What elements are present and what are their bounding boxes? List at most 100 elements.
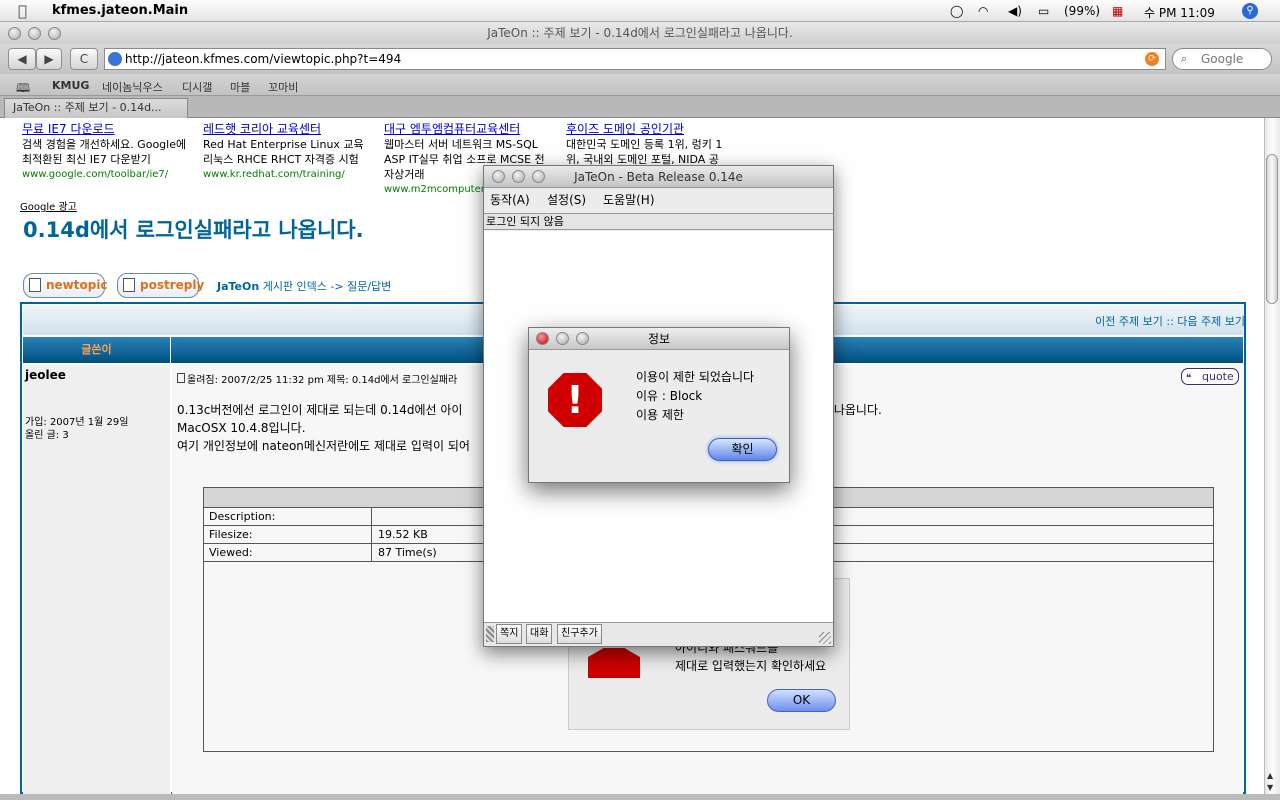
menu-settings[interactable]: 설정(S) <box>547 189 586 211</box>
author-joined: 가입: 2007년 1월 29일 <box>25 417 129 428</box>
resize-grip-icon[interactable] <box>819 632 831 644</box>
close-window-button[interactable] <box>8 27 21 40</box>
rss-icon[interactable]: ⟳ <box>1145 52 1159 66</box>
bookmark-item[interactable]: 마블 <box>230 79 250 95</box>
jateon-menubar: 동작(A) 설정(S) 도움말(H) <box>484 189 833 211</box>
bookmark-item[interactable]: KMUG <box>52 79 89 92</box>
flag-icon[interactable]: ▦ <box>1112 4 1123 18</box>
post-meta-text: 올려짐: 2007/2/25 11:32 pm 제목: 0.14d에서 로그인실… <box>187 375 458 386</box>
wifi-icon[interactable]: ◠ <box>978 4 988 18</box>
menu-help[interactable]: 도움말(H) <box>603 189 655 211</box>
add-friend-button[interactable]: 친구추가 <box>557 624 602 644</box>
ad-block: 무료 IE7 다운로드 검색 경험을 개선하세요. Google에 최적환된 최… <box>22 122 202 182</box>
search-placeholder: Google <box>1201 52 1244 66</box>
minimize-window-button[interactable] <box>28 27 41 40</box>
bookmark-item[interactable]: 디시갤 <box>182 79 212 95</box>
jateon-close-button[interactable] <box>492 170 505 183</box>
ad-url[interactable]: www.google.com/toolbar/ie7/ <box>22 167 202 182</box>
zoom-window-button[interactable] <box>48 27 61 40</box>
ad-url[interactable]: www.kr.redhat.com/training/ <box>203 167 383 182</box>
ad-title[interactable]: 대구 엠투엠컴퓨터교육센터 <box>384 122 564 137</box>
spotlight-ring-icon[interactable]: ◯ <box>950 4 963 18</box>
stop-icon: ! <box>548 373 602 427</box>
ad-title[interactable]: 후이즈 도메인 공인기관 <box>566 122 746 137</box>
author-name[interactable]: jeolee <box>25 368 66 382</box>
menu-action[interactable]: 동작(A) <box>490 189 530 211</box>
topic-nav-links[interactable]: 이전 주제 보기 :: 다음 주제 보기 <box>1095 313 1245 329</box>
jateon-status: 로그인 되지 않음 <box>484 213 833 230</box>
dialog-close-button[interactable] <box>536 332 549 345</box>
post-reply-label: postreply <box>140 278 205 292</box>
ad-line: 리눅스 RHCE RHCT 자격증 시험 <box>203 153 359 166</box>
new-topic-button[interactable]: newtopic <box>23 273 108 298</box>
attachment-value: 19.52 KB <box>378 528 428 541</box>
post-line: 0.13c버전에선 로그인이 제대로 되는데 0.14d에선 아이 <box>177 403 463 417</box>
dialog-minimize-button[interactable] <box>556 332 569 345</box>
post-line: 여기 개인정보에 nateon메신저란에도 제대로 입력이 되어 <box>177 439 470 453</box>
bookmark-item[interactable]: 꼬마비 <box>268 79 298 95</box>
quote-button[interactable]: ❝ quote <box>1181 368 1239 385</box>
window-title: JaTeOn :: 주제 보기 - 0.14d에서 로그인실패라고 나옵니다. <box>0 22 1280 44</box>
dialog-line: 이용 제한 <box>636 408 684 422</box>
ad-block: 후이즈 도메인 공인기관 대한민국 도메인 등록 1위, 렁키 1 위, 국내외… <box>566 122 746 167</box>
chat-button[interactable]: 대화 <box>526 624 553 644</box>
attachment-key: Description: <box>209 510 276 523</box>
ad-line: Red Hat Enterprise Linux 교육 <box>203 138 364 151</box>
volume-icon[interactable]: ◀) <box>1008 4 1022 18</box>
author-column-header: 글쓴이 <box>23 337 171 363</box>
jateon-minimize-button[interactable] <box>512 170 525 183</box>
scroll-down-arrow-icon[interactable]: ▼ <box>1267 783 1273 792</box>
url-text: http://jateon.kfmes.com/viewtopic.php?t=… <box>125 52 402 66</box>
post-body: 0.13c버전에선 로그인이 제대로 되는데 0.14d에선 아이 MacOSX… <box>177 401 470 455</box>
bookmark-item[interactable]: 네이놈닉우스 <box>102 79 163 95</box>
attachment-key: Viewed: <box>209 546 253 559</box>
post-line: MacOSX 10.4.8입니다. <box>177 421 306 435</box>
search-field[interactable]: ⌕ Google <box>1172 48 1272 70</box>
app-name[interactable]: kfmes.jateon.Main <box>52 3 188 18</box>
attachment-image-ok: OK <box>767 689 836 712</box>
scroll-up-arrow-icon[interactable]: ▲ <box>1267 771 1273 780</box>
breadcrumb-site[interactable]: JaTeOn <box>217 280 259 293</box>
breadcrumb: JaTeOn 게시판 인덱스 -> 질문/답변 <box>217 278 391 294</box>
document-icon <box>123 278 135 292</box>
breadcrumb-path[interactable]: 게시판 인덱스 -> 질문/답변 <box>263 280 392 293</box>
clock[interactable]: 수 PM 11:09 <box>1144 4 1215 21</box>
document-icon <box>29 278 41 292</box>
browser-tab[interactable]: JaTeOn :: 주제 보기 - 0.14d... <box>4 98 188 118</box>
reload-button[interactable]: C <box>70 48 98 70</box>
window-bottom-edge <box>0 794 1280 800</box>
quote-label: quote <box>1202 370 1234 383</box>
address-bar[interactable]: http://jateon.kfmes.com/viewtopic.php?t=… <box>104 48 1166 70</box>
author-posts: 올린 글: 3 <box>25 430 69 441</box>
ad-title[interactable]: 무료 IE7 다운로드 <box>22 122 202 137</box>
message-button[interactable]: 쪽지 <box>496 624 523 644</box>
dialog-line: 이용이 제한 되었습니다 <box>636 370 755 384</box>
back-button[interactable]: ◀ <box>8 48 36 70</box>
search-icon: ⌕ <box>1181 52 1188 65</box>
browser-toolbar: ◀ ▶ C http://jateon.kfmes.com/viewtopic.… <box>0 44 1280 74</box>
google-ad-label[interactable]: Google 광고 <box>20 198 77 213</box>
ad-title[interactable]: 레드햇 코리아 교육센터 <box>203 122 383 137</box>
post-icon <box>177 373 185 383</box>
grip-icon <box>486 626 494 642</box>
scrollbar-thumb[interactable] <box>1266 154 1278 304</box>
bookmarks-bar: 🕮 KMUG 네이놈닉우스 디시갤 마블 꼬마비 <box>0 74 1280 96</box>
system-menubar:  kfmes.jateon.Main ◯ ◠ ◀) ▭ (99%) ▦ 수 P… <box>0 0 1280 22</box>
dialog-zoom-button[interactable] <box>576 332 589 345</box>
forward-button[interactable]: ▶ <box>36 48 62 70</box>
battery-icon[interactable]: ▭ <box>1038 4 1049 18</box>
post-reply-button[interactable]: postreply <box>117 273 204 298</box>
spotlight-icon[interactable]: ⚲ <box>1242 3 1258 19</box>
ad-line: 최적환된 최신 IE7 다운받기 <box>22 153 151 166</box>
battery-percent: (99%) <box>1064 4 1101 18</box>
ad-line: 웹마스터 서버 네트워크 MS-SQL <box>384 138 538 151</box>
ok-button[interactable]: 확인 <box>708 438 777 461</box>
attachment-key: Filesize: <box>209 528 253 541</box>
attachment-image-line: 제대로 입력했는지 확인하세요 <box>675 659 827 673</box>
jateon-zoom-button[interactable] <box>532 170 545 183</box>
apple-icon[interactable]:  <box>18 2 27 20</box>
attachment-value: 87 Time(s) <box>378 546 437 559</box>
dialog-line: 이유 : Block <box>636 389 703 403</box>
page-title[interactable]: 0.14d에서 로그인실패라고 나옵니다. <box>23 214 364 244</box>
new-topic-label: newtopic <box>46 278 108 292</box>
